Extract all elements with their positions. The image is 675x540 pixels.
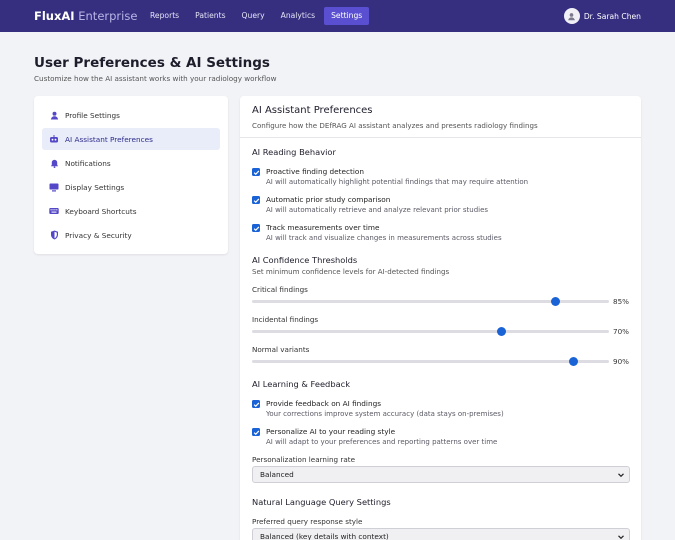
brand-logo[interactable]: FluxAI Enterprise bbox=[34, 9, 137, 23]
check-icon bbox=[253, 430, 259, 435]
section-heading-nlq-settings: Natural Language Query Settings bbox=[252, 497, 391, 507]
section-heading-confidence-thresholds: AI Confidence Thresholds bbox=[252, 255, 358, 265]
sidebar-item-label: Keyboard Shortcuts bbox=[65, 206, 137, 216]
sidebar-item-label: Notifications bbox=[65, 158, 111, 168]
monitor-icon bbox=[49, 182, 59, 192]
settings-sidebar: Profile Settings AI Assistant Preference… bbox=[34, 96, 228, 254]
sidebar-item-label: Privacy & Security bbox=[65, 230, 132, 240]
checkbox-personalize-ai[interactable] bbox=[252, 428, 260, 436]
learning-rate-label: Personalization learning rate bbox=[252, 455, 355, 464]
option-description: AI will automatically highlight potentia… bbox=[266, 178, 529, 186]
shield-icon bbox=[49, 230, 59, 240]
checkbox-track-measurements[interactable] bbox=[252, 224, 260, 232]
nav-patients[interactable]: Patients bbox=[188, 7, 232, 25]
check-icon bbox=[253, 226, 259, 231]
divider bbox=[240, 137, 641, 138]
checkbox-proactive-detection[interactable] bbox=[252, 168, 260, 176]
option-description: Your corrections improve system accuracy… bbox=[266, 410, 504, 418]
option-label: Provide feedback on AI findings bbox=[266, 399, 382, 408]
slider-label: Incidental findings bbox=[252, 315, 319, 324]
query-style-label: Preferred query response style bbox=[252, 517, 363, 526]
option-label: Proactive finding detection bbox=[266, 167, 364, 176]
robot-icon bbox=[49, 134, 59, 144]
sidebar-item-label: AI Assistant Preferences bbox=[65, 134, 153, 144]
slider-track[interactable] bbox=[252, 330, 609, 333]
main-nav: Reports Patients Query Analytics Setting… bbox=[143, 7, 371, 25]
keyboard-icon bbox=[49, 206, 59, 216]
slider-thumb[interactable] bbox=[550, 296, 560, 306]
chevron-down-icon bbox=[618, 473, 624, 478]
slider-label: Critical findings bbox=[252, 285, 308, 294]
nav-analytics[interactable]: Analytics bbox=[274, 7, 322, 25]
slider-label: Normal variants bbox=[252, 345, 310, 354]
learning-rate-select[interactable]: Balanced bbox=[252, 466, 630, 483]
sidebar-item-label: Profile Settings bbox=[65, 110, 120, 120]
select-value: Balanced bbox=[260, 470, 294, 479]
select-value: Balanced (key details with context) bbox=[260, 532, 389, 540]
option-description: AI will track and visualize changes in m… bbox=[266, 234, 502, 242]
section-heading-reading-behavior: AI Reading Behavior bbox=[252, 147, 336, 157]
page-subtitle: Customize how the AI assistant works wit… bbox=[34, 74, 277, 83]
user-avatar-icon bbox=[568, 12, 576, 20]
option-label: Automatic prior study comparison bbox=[266, 195, 391, 204]
slider-thumb[interactable] bbox=[568, 356, 578, 366]
checkbox-provide-feedback[interactable] bbox=[252, 400, 260, 408]
avatar bbox=[563, 8, 580, 24]
user-icon bbox=[49, 110, 59, 120]
check-icon bbox=[253, 198, 259, 203]
check-icon bbox=[253, 402, 259, 407]
check-icon bbox=[253, 170, 259, 175]
nav-settings[interactable]: Settings bbox=[324, 7, 370, 25]
slider-thumb[interactable] bbox=[497, 326, 507, 336]
sidebar-item-display-settings[interactable]: Display Settings bbox=[42, 176, 220, 198]
section-heading-learning-feedback: AI Learning & Feedback bbox=[252, 379, 351, 389]
sidebar-item-profile-settings[interactable]: Profile Settings bbox=[42, 104, 220, 126]
ai-preferences-panel: AI Assistant Preferences Configure how t… bbox=[240, 96, 641, 540]
query-style-select[interactable]: Balanced (key details with context) bbox=[252, 528, 630, 540]
sidebar-item-label: Display Settings bbox=[65, 182, 125, 192]
sidebar-item-notifications[interactable]: Notifications bbox=[42, 152, 220, 174]
user-menu[interactable]: Dr. Sarah Chen bbox=[563, 8, 641, 24]
option-description: AI will adapt to your preferences and re… bbox=[266, 438, 498, 446]
slider-value: 70% bbox=[613, 327, 629, 336]
top-navigation-bar: FluxAI Enterprise Reports Patients Query… bbox=[0, 0, 675, 32]
slider-value: 90% bbox=[613, 357, 629, 366]
sidebar-item-keyboard-shortcuts[interactable]: Keyboard Shortcuts bbox=[42, 200, 220, 222]
panel-subtitle: Configure how the DEfRAG AI assistant an… bbox=[252, 121, 538, 130]
chevron-down-icon bbox=[618, 535, 624, 540]
slider-track[interactable] bbox=[252, 360, 609, 363]
user-name: Dr. Sarah Chen bbox=[583, 11, 641, 21]
nav-query[interactable]: Query bbox=[235, 7, 272, 25]
option-label: Personalize AI to your reading style bbox=[266, 427, 396, 436]
section-subtitle-confidence: Set minimum confidence levels for AI-det… bbox=[252, 267, 450, 276]
slider-value: 85% bbox=[613, 297, 629, 306]
sidebar-item-privacy-security[interactable]: Privacy & Security bbox=[42, 224, 220, 246]
nav-reports[interactable]: Reports bbox=[143, 7, 186, 25]
bell-icon bbox=[49, 158, 59, 168]
page-title: User Preferences & AI Settings bbox=[34, 55, 270, 71]
option-description: AI will automatically retrieve and analy… bbox=[266, 206, 489, 214]
option-label: Track measurements over time bbox=[266, 223, 380, 232]
checkbox-prior-comparison[interactable] bbox=[252, 196, 260, 204]
panel-title: AI Assistant Preferences bbox=[252, 105, 373, 116]
sidebar-item-ai-assistant-preferences[interactable]: AI Assistant Preferences bbox=[42, 128, 220, 150]
